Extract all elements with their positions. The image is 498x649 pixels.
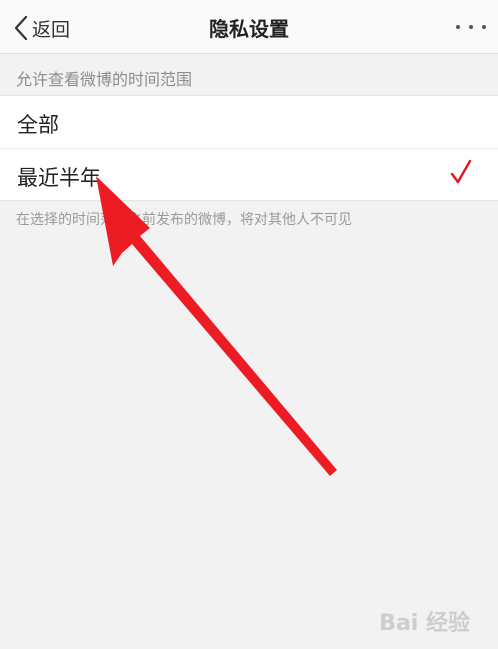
footer-note: 在选择的时间范围之前发布的微博，将对其他人不可见 bbox=[16, 212, 352, 228]
option-label: 全部 bbox=[17, 113, 59, 137]
navigation-bar: 返回 隐私设置 bbox=[0, 0, 498, 54]
page-title: 隐私设置 bbox=[209, 17, 289, 41]
time-range-list: 全部 最近半年 bbox=[0, 95, 498, 201]
dot-icon bbox=[482, 25, 486, 29]
watermark-logo: Bai 经验 bbox=[379, 611, 470, 636]
dot-icon bbox=[469, 25, 473, 29]
option-recent-half-year[interactable]: 最近半年 bbox=[0, 148, 498, 200]
checkmark-icon bbox=[450, 159, 472, 185]
dot-icon bbox=[456, 25, 460, 29]
option-all[interactable]: 全部 bbox=[0, 96, 498, 148]
more-options-button[interactable] bbox=[456, 16, 486, 38]
section-header: 允许查看微博的时间范围 bbox=[16, 70, 193, 89]
option-label: 最近半年 bbox=[17, 166, 101, 190]
